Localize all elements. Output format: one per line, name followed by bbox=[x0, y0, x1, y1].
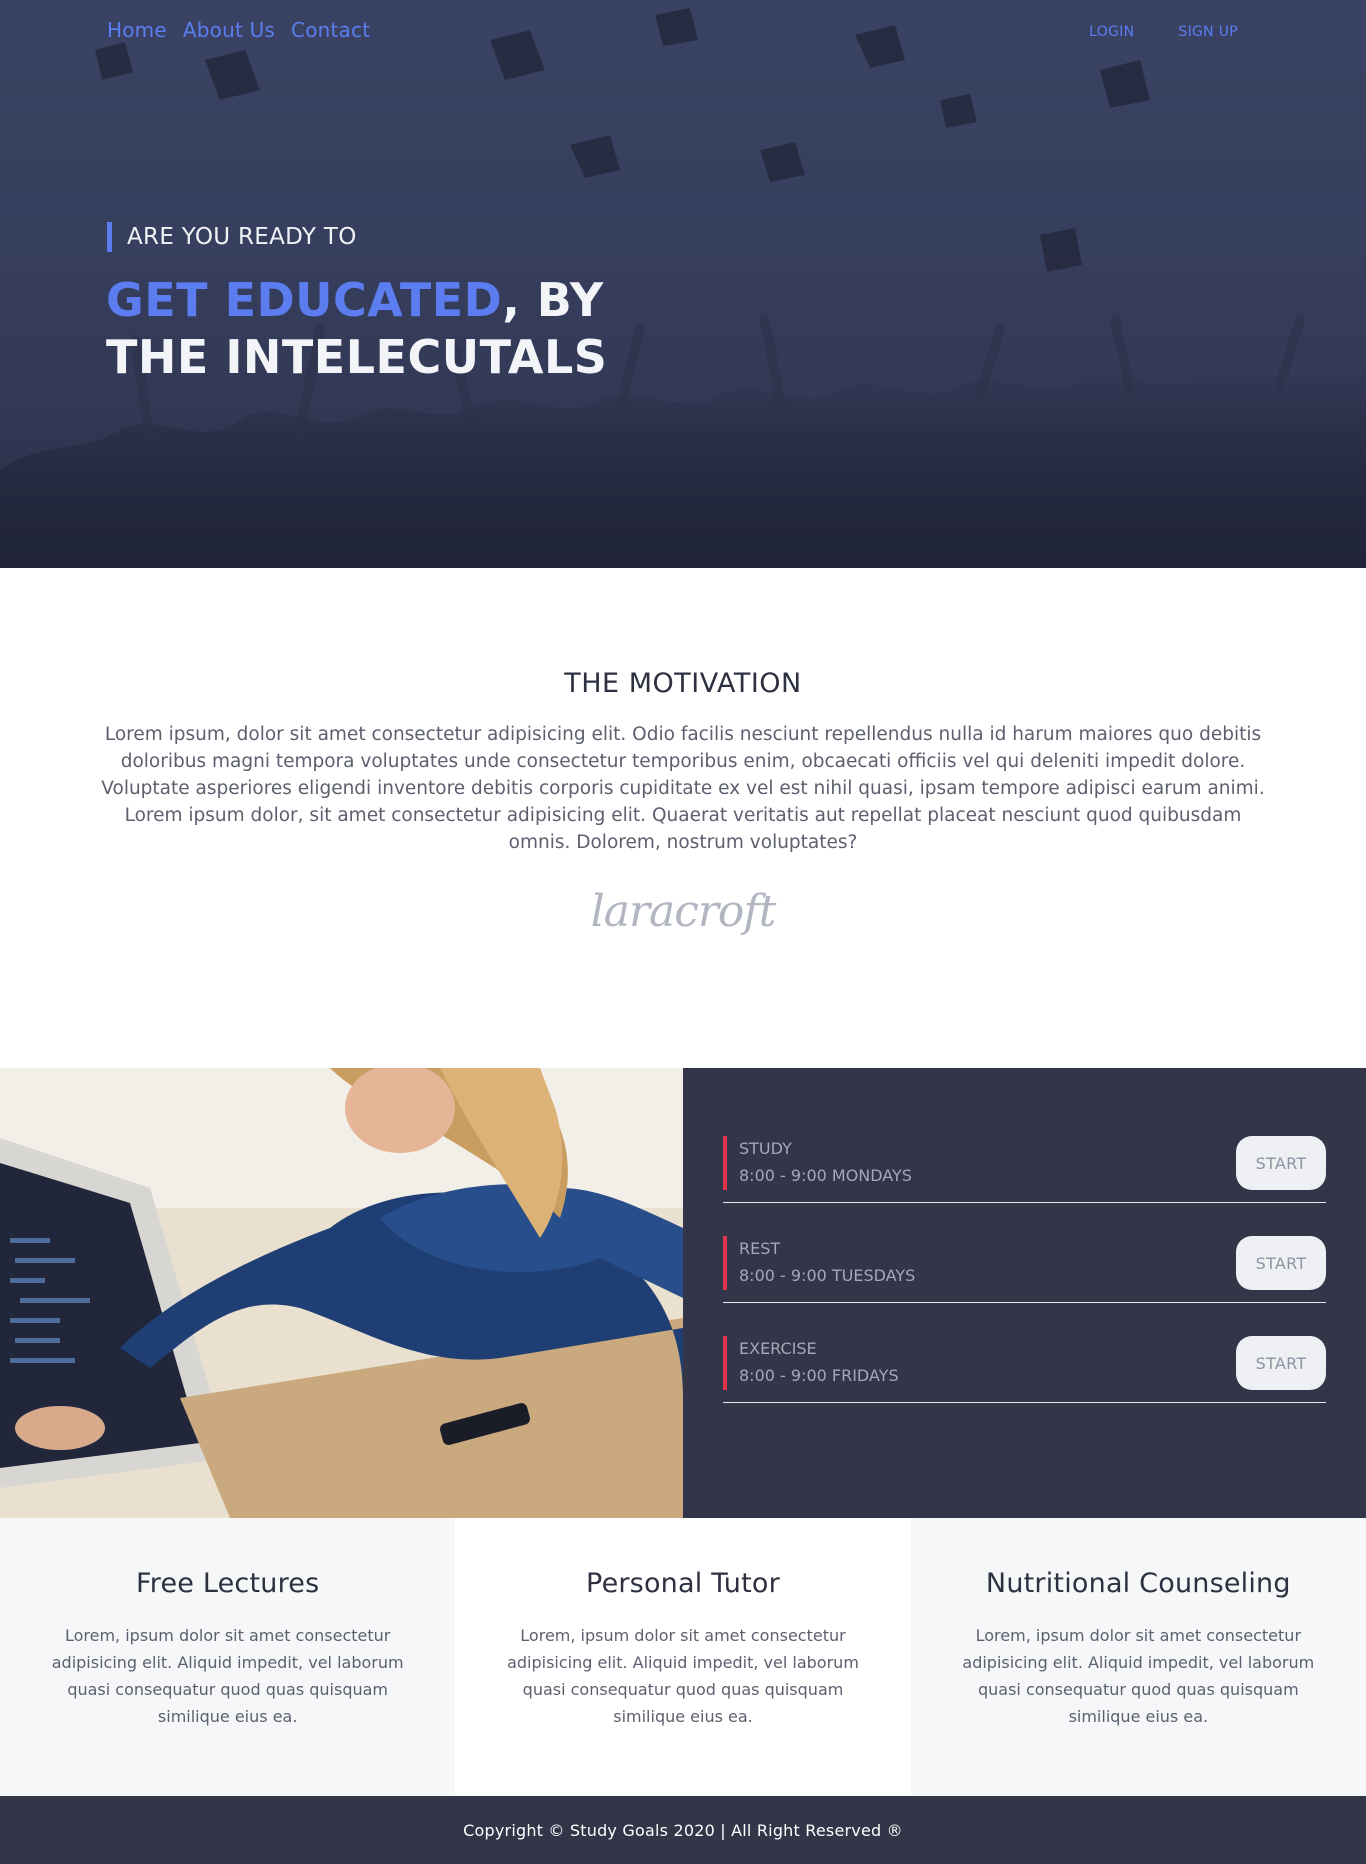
service-title: Free Lectures bbox=[135, 1568, 320, 1599]
headline-line-2: THE INTELECUTALS bbox=[106, 330, 608, 384]
hero-section: Home About Us Contact LOGIN SIGN UP ARE … bbox=[0, 0, 1366, 568]
copyright-text: Copyright © Study Goals 2020 | All Right… bbox=[463, 1820, 903, 1840]
motivation-section: THE MOTIVATION Lorem ipsum, dolor sit am… bbox=[0, 568, 1366, 1068]
schedule-info: EXERCISE 8:00 - 9:00 FRIDAYS bbox=[723, 1336, 899, 1390]
schedule-section: STUDY 8:00 - 9:00 MONDAYS START REST 8:0… bbox=[0, 1068, 1366, 1518]
service-text: Lorem, ipsum dolor sit amet consectetur … bbox=[507, 1626, 859, 1726]
schedule-name: EXERCISE bbox=[739, 1339, 817, 1358]
footer: Copyright © Study Goals 2020 | All Right… bbox=[0, 1796, 1366, 1864]
schedule-name: REST bbox=[739, 1239, 781, 1258]
start-rest-button[interactable]: START bbox=[1236, 1236, 1326, 1290]
motivation-body: Lorem ipsum, dolor sit amet consectetur … bbox=[101, 724, 1265, 853]
schedule-time: 8:00 - 9:00 MONDAYS bbox=[739, 1166, 912, 1185]
signup-link[interactable]: SIGN UP bbox=[1178, 24, 1238, 40]
start-study-button[interactable]: START bbox=[1236, 1136, 1326, 1190]
service-text: Lorem, ipsum dolor sit amet consectetur … bbox=[51, 1626, 404, 1726]
main-nav: Home About Us Contact bbox=[107, 18, 370, 42]
auth-links: LOGIN SIGN UP bbox=[1089, 24, 1238, 40]
service-title: Nutritional Counseling bbox=[985, 1568, 1291, 1599]
start-exercise-button[interactable]: START bbox=[1236, 1336, 1326, 1390]
headline-rest: , BY bbox=[502, 273, 604, 327]
schedule-info: STUDY 8:00 - 9:00 MONDAYS bbox=[723, 1136, 912, 1190]
service-card-free-lectures: Free Lectures Lorem, ipsum dolor sit ame… bbox=[0, 1518, 456, 1796]
hero-kicker: ARE YOU READY TO bbox=[107, 222, 357, 252]
nav-about-link[interactable]: About Us bbox=[183, 18, 275, 42]
nav-contact-link[interactable]: Contact bbox=[291, 18, 370, 42]
schedule-item: STUDY 8:00 - 9:00 MONDAYS START bbox=[723, 1103, 1326, 1203]
schedule-panel: STUDY 8:00 - 9:00 MONDAYS START REST 8:0… bbox=[683, 1068, 1366, 1518]
schedule-item: EXERCISE 8:00 - 9:00 FRIDAYS START bbox=[723, 1303, 1326, 1403]
nav-home-link[interactable]: Home bbox=[107, 18, 167, 42]
services-section: Free Lectures Lorem, ipsum dolor sit ame… bbox=[0, 1518, 1366, 1796]
schedule-info: REST 8:00 - 9:00 TUESDAYS bbox=[723, 1236, 915, 1290]
schedule-name: STUDY bbox=[739, 1139, 792, 1158]
service-card-personal-tutor: Personal Tutor Lorem, ipsum dolor sit am… bbox=[455, 1518, 911, 1796]
study-photo bbox=[0, 1068, 683, 1518]
login-link[interactable]: LOGIN bbox=[1089, 24, 1134, 40]
service-text: Lorem, ipsum dolor sit amet consectetur … bbox=[962, 1626, 1315, 1726]
motivation-title: THE MOTIVATION bbox=[564, 668, 802, 699]
schedule-time: 8:00 - 9:00 TUESDAYS bbox=[739, 1266, 916, 1285]
study-photo-art bbox=[0, 1068, 683, 1518]
service-card-nutritional-counseling: Nutritional Counseling Lorem, ipsum dolo… bbox=[910, 1518, 1366, 1796]
headline-accent: GET EDUCATED bbox=[106, 273, 503, 327]
signature: laracroft bbox=[590, 886, 777, 937]
schedule-time: 8:00 - 9:00 FRIDAYS bbox=[739, 1366, 899, 1385]
service-title: Personal Tutor bbox=[586, 1568, 780, 1599]
hero-headline: GET EDUCATED, BY THE INTELECUTALS bbox=[106, 272, 607, 386]
schedule-item: REST 8:00 - 9:00 TUESDAYS START bbox=[723, 1203, 1326, 1303]
